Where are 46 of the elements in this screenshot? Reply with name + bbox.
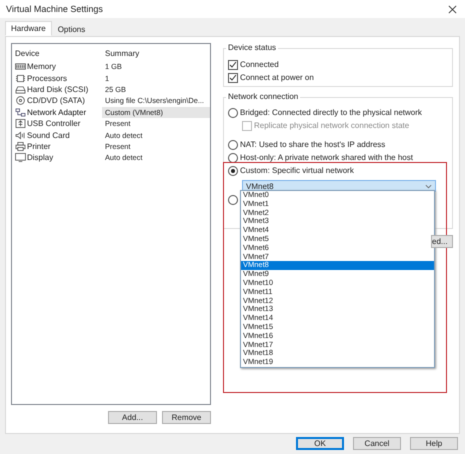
printer-icon xyxy=(15,142,26,151)
group-title: Network connection xyxy=(226,92,300,101)
radio-button[interactable] xyxy=(228,152,238,162)
device-item[interactable]: Hard Disk (SCSI) xyxy=(15,84,102,96)
checkbox-label: Connected xyxy=(240,60,279,69)
usb-icon xyxy=(15,119,26,128)
network-icon xyxy=(15,108,26,117)
chip-icon xyxy=(15,74,26,83)
device-button[interactable]: Remove xyxy=(162,411,211,424)
radio-label: Custom: Specific virtual network xyxy=(240,166,354,175)
checkbox[interactable] xyxy=(228,60,238,70)
close-icon[interactable] xyxy=(448,4,457,14)
dialog-button[interactable]: Help xyxy=(410,437,458,450)
device-button[interactable]: Add... xyxy=(108,411,157,424)
device-item[interactable]: Processors xyxy=(15,72,102,84)
device-item[interactable]: CD/DVD (SATA) xyxy=(15,95,102,107)
window-title: Virtual Machine Settings xyxy=(6,4,103,14)
tab[interactable]: Hardware xyxy=(5,21,52,36)
radio-label: Host-only: A private network shared with the host xyxy=(240,153,413,162)
dialog-button[interactable]: Cancel xyxy=(353,437,401,450)
memory-icon xyxy=(15,62,26,72)
monitor-icon xyxy=(15,153,26,162)
partial-button[interactable]: ed... xyxy=(431,235,453,248)
column-header: Summary xyxy=(105,48,140,58)
checkbox-label: Replicate physical network connection state xyxy=(254,121,410,130)
radio-button[interactable] xyxy=(228,108,238,118)
device-item[interactable]: Network Adapter xyxy=(15,106,102,118)
checkbox[interactable] xyxy=(228,72,238,82)
radio-button[interactable] xyxy=(228,194,238,204)
chevron-down-icon xyxy=(425,184,432,188)
checkbox-label: Connect at power on xyxy=(240,73,314,82)
radio-button[interactable] xyxy=(228,140,238,150)
disc-icon xyxy=(15,96,26,106)
device-item[interactable]: Printer xyxy=(15,140,102,152)
device-item[interactable]: Sound Card xyxy=(15,129,102,141)
group-title: Device status xyxy=(226,43,278,52)
radio-label: Bridged: Connected directly to the physical network xyxy=(240,108,422,117)
dialog-button[interactable]: OK xyxy=(296,437,344,450)
speaker-icon xyxy=(15,130,26,140)
radio-button[interactable] xyxy=(228,166,238,176)
tab[interactable]: Options xyxy=(52,23,92,36)
radio-label: NAT: Used to share the host's IP address xyxy=(240,140,386,149)
device-item[interactable]: Display xyxy=(15,152,102,164)
device-item[interactable]: USB Controller xyxy=(15,118,102,130)
column-header: Device xyxy=(15,48,40,58)
device-item[interactable]: Memory xyxy=(15,61,102,72)
